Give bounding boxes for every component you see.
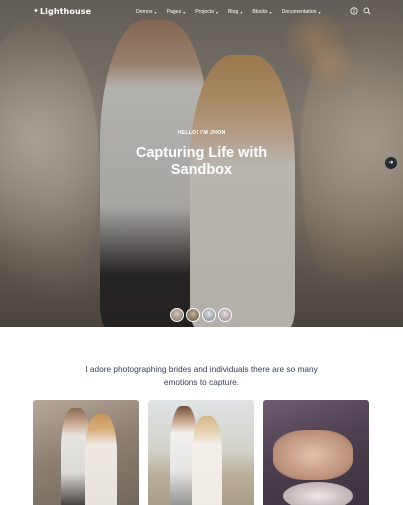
chevron-down-icon: ▾	[154, 9, 157, 15]
chevron-down-icon: ▾	[215, 9, 218, 15]
nav-item-projects[interactable]: Projects ▾	[195, 9, 218, 15]
portfolio-card[interactable]	[263, 400, 369, 505]
nav-icons	[350, 7, 371, 15]
nav-links: Demos ▾ Pages ▾ Projects ▾ Blog ▾ Blocks ▾ Do…	[136, 9, 331, 15]
slide-thumbnail[interactable]	[202, 308, 216, 322]
slide-thumbnail[interactable]	[218, 308, 232, 322]
chevron-down-icon: ▾	[318, 9, 321, 15]
couple-photo	[192, 416, 222, 505]
hero-headline: Capturing Life with Sandbox	[135, 145, 268, 178]
hands-photo	[283, 482, 353, 505]
brand-logo[interactable]: ✦Lighthouse	[33, 7, 91, 16]
intro-tagline: I adore photographing brides and individ…	[85, 364, 318, 387]
hero-caption: HELLO! I'M JHON Capturing Life with Sand…	[0, 130, 403, 179]
nav-item-demos[interactable]: Demos ▾	[136, 9, 156, 15]
nav-item-blocks[interactable]: Blocks ▾	[252, 9, 271, 15]
slide-thumbnail[interactable]	[186, 308, 200, 322]
portfolio-grid	[33, 400, 370, 505]
portfolio-card[interactable]	[148, 400, 254, 505]
arrow-right-icon: ➜	[388, 160, 394, 166]
nav-item-blog[interactable]: Blog ▾	[228, 9, 242, 15]
nav-item-pages[interactable]: Pages ▾	[166, 9, 185, 15]
search-icon[interactable]	[363, 7, 371, 15]
slider-thumbnails	[170, 308, 232, 322]
couple-photo	[85, 414, 117, 505]
hero-slider: ✦Lighthouse Demos ▾ Pages ▾ Projects ▾ Blog…	[0, 0, 403, 327]
chevron-down-icon: ▾	[183, 9, 186, 15]
portfolio-card[interactable]	[33, 400, 139, 505]
spark-icon: ✦	[33, 7, 39, 15]
info-icon[interactable]	[350, 7, 358, 15]
nav-item-documentation[interactable]: Documentation ▾	[282, 9, 321, 15]
chevron-down-icon: ▾	[240, 9, 243, 15]
logo-text: Lighthouse	[39, 7, 92, 16]
hands-photo	[273, 430, 353, 480]
top-navbar: ✦Lighthouse Demos ▾ Pages ▾ Projects ▾ Blog…	[0, 0, 403, 26]
hero-eyebrow: HELLO! I'M JHON	[177, 130, 226, 136]
next-slide-button[interactable]: ➜	[385, 157, 397, 169]
slide-thumbnail[interactable]	[170, 308, 184, 322]
chevron-down-icon: ▾	[269, 9, 272, 15]
